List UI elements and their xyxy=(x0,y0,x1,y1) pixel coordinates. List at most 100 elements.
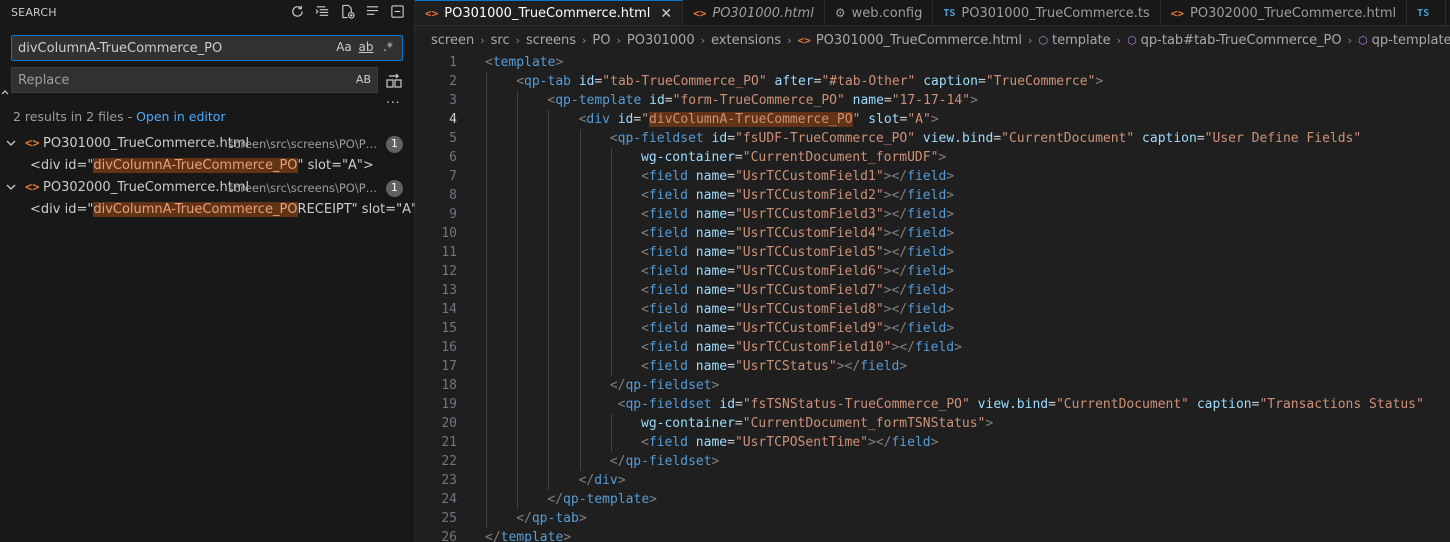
match-prefix: <div id=" xyxy=(30,202,94,217)
code-token: > xyxy=(946,169,955,184)
code-token: field xyxy=(907,169,947,184)
sidebar-actions xyxy=(289,3,406,20)
code-line[interactable]: 12 <field name="UsrTCCustomField6"></fiel… xyxy=(415,262,1450,281)
line-number: 13 xyxy=(441,283,457,298)
match-whole-word-icon[interactable]: ab xyxy=(358,40,374,54)
code-token: = xyxy=(993,131,1002,146)
code-line[interactable]: 13 <field name="UsrTCCustomField7"></fiel… xyxy=(415,281,1450,300)
code-line[interactable]: 9 <field name="UsrTCCustomField3"></field… xyxy=(415,205,1450,224)
clear-results-icon[interactable] xyxy=(314,3,331,20)
code-line[interactable]: 16 <field name="UsrTCCustomField10"></fie… xyxy=(415,338,1450,357)
editor-tab[interactable]: TS PO301000_TrueCommerce.ts xyxy=(933,0,1161,25)
match-case-icon[interactable]: Aa xyxy=(336,40,352,54)
code-line[interactable]: 17 <field name="UsrTCStatus"></field> xyxy=(415,357,1450,376)
indent-guide xyxy=(610,433,612,452)
code-token: "UsrTCCustomField4" xyxy=(734,226,884,241)
code-token: field xyxy=(907,188,947,203)
code-token: "Transactions Status" xyxy=(1259,397,1424,412)
indent-guide xyxy=(579,319,581,338)
result-file-row[interactable]: <> PO301000_TrueCommerce.html screen\src… xyxy=(0,133,414,155)
editor-tab[interactable]: TS xyxy=(1407,0,1447,25)
replace-all-icon[interactable] xyxy=(386,71,402,89)
code-line[interactable]: 26 </template> xyxy=(415,528,1450,542)
editor-tab[interactable]: <> PO301000.html xyxy=(683,0,825,25)
code-token: = xyxy=(727,188,735,203)
html-file-icon: <> xyxy=(693,6,707,20)
preserve-case-icon[interactable]: AB xyxy=(356,73,371,86)
toggle-replace-chevron-icon[interactable] xyxy=(0,38,10,98)
code-line[interactable]: 4 <div id="divColumnA-TrueCommerce_PO" sl… xyxy=(415,110,1450,129)
breadcrumb-item[interactable]: PO xyxy=(592,33,610,48)
more-options-icon[interactable]: ... xyxy=(386,92,400,106)
result-match-row[interactable]: <div id="divColumnA-TrueCommerce_PO" slo… xyxy=(0,155,414,177)
code-token: field xyxy=(648,226,688,241)
code-line[interactable]: 15 <field name="UsrTCCustomField9"></fiel… xyxy=(415,319,1450,338)
code-line[interactable]: 18 </qp-fieldset> xyxy=(415,376,1450,395)
code-line[interactable]: 3 <qp-template id="form-TrueCommerce_PO" … xyxy=(415,91,1450,110)
code-content: <field name="UsrTCCustomField6"></field> xyxy=(641,262,954,281)
code-line[interactable]: 23 </div> xyxy=(415,471,1450,490)
code-token: field xyxy=(907,245,947,260)
search-input[interactable] xyxy=(18,39,318,57)
open-in-editor-link[interactable]: Open in editor xyxy=(136,109,226,124)
breadcrumb-item[interactable]: template xyxy=(1052,33,1111,48)
indent-guide xyxy=(486,91,487,110)
indent-guide xyxy=(486,490,487,509)
new-search-editor-icon[interactable] xyxy=(339,3,356,20)
chevron-down-icon[interactable] xyxy=(5,180,17,194)
line-number: 6 xyxy=(449,150,457,165)
code-line[interactable]: 8 <field name="UsrTCCustomField2"></field… xyxy=(415,186,1450,205)
code-token: </ xyxy=(578,473,595,488)
editor-tab[interactable]: ⚙ web.config xyxy=(825,0,934,25)
breadcrumb-item[interactable]: extensions xyxy=(711,33,781,48)
code-line[interactable]: 2 <qp-tab id="tab-TrueCommerce_PO" after=… xyxy=(415,72,1450,91)
breadcrumb-item[interactable]: screen xyxy=(431,33,474,48)
indent-guide xyxy=(548,186,550,205)
code-line[interactable]: 21 <field name="UsrTCPOSentTime"></field> xyxy=(415,433,1450,452)
editor-tab[interactable]: <> PO302000_TrueCommerce.html xyxy=(1161,0,1408,25)
indent-guide xyxy=(610,148,612,167)
code-token: field xyxy=(907,302,947,317)
code-line[interactable]: 1 <template> xyxy=(415,53,1450,72)
breadcrumb-item[interactable]: src xyxy=(491,33,510,48)
code-editor[interactable]: 1 <template> 2 <qp-tab id="tab-TrueCommerce… xyxy=(415,51,1450,542)
code-line[interactable]: 22 </qp-fieldset> xyxy=(415,452,1450,471)
search-field[interactable]: Aa ab .* xyxy=(11,35,403,61)
result-match-row[interactable]: <div id="divColumnA-TrueCommerce_PORECEI… xyxy=(0,199,428,221)
code-line[interactable]: 14 <field name="UsrTCCustomField8"></fiel… xyxy=(415,300,1450,319)
html-file-icon: <> xyxy=(25,180,40,194)
use-regex-icon[interactable]: .* xyxy=(380,40,396,54)
editor-tab[interactable]: <> PO301000_TrueCommerce.html ✕ xyxy=(415,0,684,25)
code-line[interactable]: 7 <field name="UsrTCCustomField1"></field… xyxy=(415,167,1450,186)
breadcrumb-item[interactable]: qp-tab#tab-TrueCommerce_PO xyxy=(1141,33,1342,48)
code-line[interactable]: 19 <qp-fieldset id="fsTSNStatus-TrueComm… xyxy=(415,395,1450,414)
code-token: = xyxy=(727,340,735,355)
replace-field[interactable]: AB xyxy=(11,67,378,93)
code-line[interactable]: 5 <qp-fieldset id="fsUDF-TrueCommerce_PO"… xyxy=(415,129,1450,148)
breadcrumb-item[interactable]: PO301000_TrueCommerce.html xyxy=(816,33,1022,48)
code-line[interactable]: 25 </qp-tab> xyxy=(415,509,1450,528)
code-line[interactable]: 10 <field name="UsrTCCustomField4"></fiel… xyxy=(415,224,1450,243)
code-token: </ xyxy=(547,492,564,507)
breadcrumb-item[interactable]: screens xyxy=(526,33,576,48)
code-token: ></ xyxy=(868,435,892,450)
refresh-icon[interactable] xyxy=(289,3,306,20)
breadcrumb-item[interactable]: qp-template#form-TrueCo xyxy=(1372,33,1450,48)
expand-toggle-icon[interactable] xyxy=(389,3,406,20)
result-file-row[interactable]: <> PO302000_TrueCommerce.html screen\src… xyxy=(0,177,414,199)
breadcrumb-separator-icon: › xyxy=(582,33,587,47)
code-line[interactable]: 24 </qp-template> xyxy=(415,490,1450,509)
replace-input[interactable] xyxy=(18,71,318,89)
indent-guide xyxy=(486,471,487,490)
code-content: </qp-tab> xyxy=(516,509,586,528)
code-line[interactable]: 6 wg-container="CurrentDocument_formUDF"> xyxy=(415,148,1450,167)
indent-guide xyxy=(579,186,581,205)
collapse-all-icon[interactable] xyxy=(364,3,381,20)
breadcrumb-item[interactable]: PO301000 xyxy=(627,33,695,48)
close-icon[interactable]: ✕ xyxy=(660,6,672,22)
chevron-down-icon[interactable] xyxy=(5,136,17,150)
symbol-element-icon: ⬡ xyxy=(1038,33,1048,47)
code-line[interactable]: 20 wg-container="CurrentDocument_formTSNS… xyxy=(415,414,1450,433)
code-line[interactable]: 11 <field name="UsrTCCustomField5"></fiel… xyxy=(415,243,1450,262)
code-token: ></ xyxy=(883,226,908,241)
